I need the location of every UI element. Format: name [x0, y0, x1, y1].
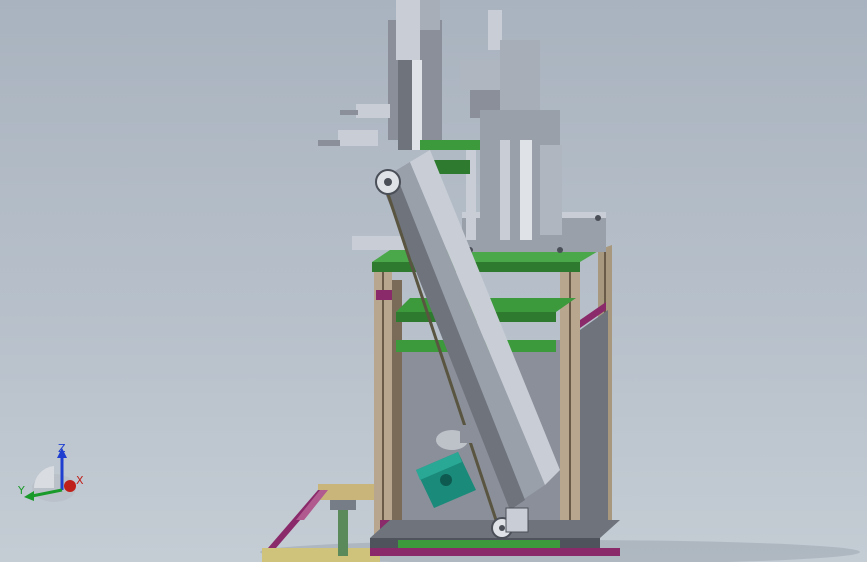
cad-assembly-model[interactable]	[0, 0, 867, 562]
z-axis-label: Z	[58, 442, 66, 455]
x-axis-dot	[64, 480, 76, 492]
orientation-triad: Z Y X	[17, 442, 84, 502]
top-table-plate	[352, 212, 606, 253]
graphics-viewport[interactable]: Z Y X	[0, 0, 867, 562]
x-axis-label: X	[76, 474, 84, 487]
lower-extension-frame	[262, 484, 380, 562]
y-axis-label: Y	[17, 484, 25, 497]
